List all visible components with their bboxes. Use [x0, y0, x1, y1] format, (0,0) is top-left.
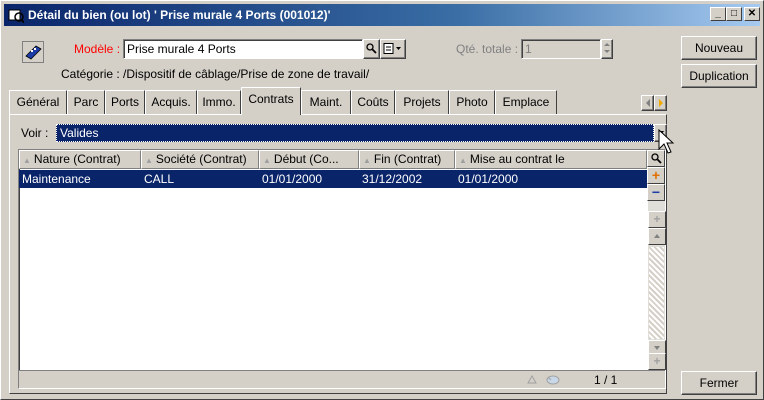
- close-button[interactable]: ✕: [744, 7, 760, 21]
- col-mise[interactable]: ▲ Mise au contrat le: [455, 150, 647, 169]
- tab-parc[interactable]: Parc: [67, 90, 105, 114]
- tab-ports[interactable]: Ports: [105, 90, 145, 114]
- model-details-button[interactable]: [380, 39, 406, 59]
- cell-fin: 31/12/2002: [362, 172, 423, 186]
- page-indicator: 1 / 1: [594, 373, 618, 387]
- title-bar[interactable]: Détail du bien (ou lot) ' Prise murale 4…: [4, 4, 760, 26]
- qte-spinner[interactable]: [601, 39, 613, 59]
- qte-label: Qté. totale :: [456, 42, 519, 56]
- tab-couts[interactable]: Coûts: [351, 90, 395, 114]
- nouveau-button[interactable]: Nouveau: [681, 36, 757, 60]
- plus-icon: +: [651, 167, 661, 183]
- search-icon: [366, 43, 377, 54]
- arrow-right-icon: [658, 99, 663, 107]
- contracts-table: ▲ Nature (Contrat) ▲ Société (Contrat) ▲ Dé…: [18, 149, 666, 389]
- tab-photo[interactable]: Photo: [449, 90, 495, 114]
- cell-mise: 01/01/2000: [458, 172, 519, 186]
- col-debut[interactable]: ▲ Début (Co...: [259, 150, 359, 169]
- voir-select[interactable]: Valides: [56, 124, 654, 142]
- scroll-up-plus-button[interactable]: +: [648, 211, 666, 228]
- tab-contrats[interactable]: Contrats: [241, 87, 301, 115]
- add-row-button[interactable]: +: [647, 167, 665, 184]
- qte-field[interactable]: 1: [521, 39, 601, 59]
- maximize-button[interactable]: □: [726, 7, 742, 21]
- scroll-track[interactable]: [649, 247, 664, 339]
- table-scrollbar[interactable]: + +: [647, 201, 666, 370]
- table-status-bar: 1 / 1: [19, 370, 665, 388]
- modele-label: Modèle :: [74, 42, 121, 56]
- tab-general[interactable]: Général: [9, 90, 67, 114]
- search-model-button[interactable]: [363, 39, 380, 59]
- plus-icon: +: [653, 212, 661, 226]
- mouse-cursor-icon: [658, 129, 675, 154]
- categorie-text: Catégorie : /Dispositif de câblage/Prise…: [61, 67, 370, 81]
- minus-icon: −: [651, 184, 661, 200]
- window-title: Détail du bien (ou lot) ' Prise murale 4…: [28, 8, 331, 22]
- tab-maint[interactable]: Maint.: [301, 90, 351, 114]
- duplication-button[interactable]: Duplication: [681, 64, 757, 88]
- arrow-up-icon: [654, 234, 660, 238]
- tab-projets[interactable]: Projets: [395, 90, 449, 114]
- tab-scroll-left-button[interactable]: [641, 95, 654, 111]
- col-fin[interactable]: ▲ Fin (Contrat): [359, 150, 455, 169]
- asset-detail-icon: [8, 9, 24, 23]
- tab-emplace[interactable]: Emplace: [495, 90, 557, 114]
- detail-list-icon: [383, 43, 401, 54]
- modele-field[interactable]: Prise murale 4 Ports: [123, 39, 363, 59]
- tab-immo[interactable]: Immo.: [197, 90, 241, 114]
- col-societe[interactable]: ▲ Société (Contrat): [141, 150, 259, 169]
- refresh-icon[interactable]: [545, 373, 561, 387]
- detail-window: Détail du bien (ou lot) ' Prise murale 4…: [0, 0, 764, 400]
- remove-row-button[interactable]: −: [647, 184, 665, 201]
- cell-debut: 01/01/2000: [262, 172, 323, 186]
- tab-acquis[interactable]: Acquis.: [145, 90, 197, 114]
- voir-label: Voir :: [21, 126, 49, 140]
- col-nature[interactable]: ▲ Nature (Contrat): [19, 150, 141, 169]
- table-row[interactable]: Maintenance CALL 01/01/2000 31/12/2002 0…: [19, 170, 647, 188]
- cell-nature: Maintenance: [22, 172, 91, 186]
- arrow-down-icon: [654, 346, 660, 350]
- plus-icon: +: [653, 354, 661, 368]
- arrow-left-icon: [645, 99, 650, 107]
- tab-scroll-right-button[interactable]: [654, 95, 667, 111]
- wall-outlet-icon: [22, 41, 44, 63]
- fermer-button[interactable]: Fermer: [681, 371, 757, 395]
- cell-societe: CALL: [144, 172, 175, 186]
- scroll-up-button[interactable]: [648, 228, 666, 245]
- triangle-icon: [527, 374, 537, 384]
- spinner-arrows-icon: [604, 43, 610, 53]
- scroll-down-plus-button[interactable]: +: [648, 353, 666, 370]
- minimize-button[interactable]: _: [710, 7, 726, 21]
